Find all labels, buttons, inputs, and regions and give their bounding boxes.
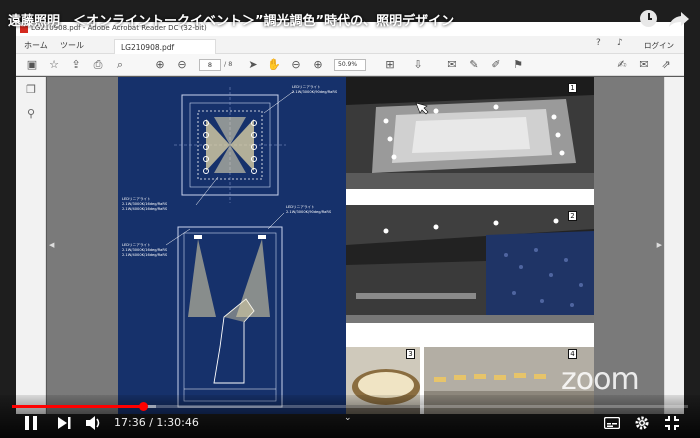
pdf-page: LEDリニアライト 2.1W/3000K/90deg/RaRS LEDリニアライ… [118, 77, 594, 414]
zoom-out-icon[interactable]: ⊖ [288, 57, 304, 73]
exit-fullscreen-icon[interactable] [665, 416, 679, 430]
photo-1-image [346, 77, 594, 189]
upload-icon[interactable]: ⇪ [68, 57, 84, 73]
acrobat-window: LG210908.pdf - Adobe Acrobat Reader DC (… [16, 22, 684, 414]
save-icon[interactable]: ▣ [24, 57, 40, 73]
print-icon[interactable]: ⎙ [90, 57, 106, 73]
acrobat-toolbar: ▣ ☆ ⇪ ⎙ ⌕ ⊕ ⊖ 8 / 8 ➤ ✋ ⊖ ⊕ 50.9% ⊞ ⇩ ✉ … [16, 54, 684, 76]
page-up-icon[interactable]: ⊕ [152, 57, 168, 73]
elapsed-time: 17:36 [114, 416, 146, 429]
hand-tool-icon[interactable]: ✋ [266, 57, 282, 73]
menu-home[interactable]: ホーム [24, 40, 48, 51]
menu-bar: ホーム ツール LG210908.pdf ? ♪ ログイン [16, 36, 684, 54]
lighting-blueprint: LEDリニアライト 2.1W/3000K/90deg/RaRS LEDリニアライ… [118, 77, 346, 414]
total-duration: 1:30:46 [156, 416, 199, 429]
collapse-left-icon[interactable]: ◀ [49, 241, 54, 249]
progress-scrubber[interactable] [138, 402, 148, 411]
subtitles-icon[interactable] [604, 417, 620, 429]
zoom-level-select[interactable]: 50.9% [334, 59, 366, 71]
zoom-watermark: zoom [561, 362, 640, 397]
photo-number-1: 1 [568, 83, 577, 93]
highlight-pen-icon[interactable]: ✎ [466, 57, 482, 73]
photo-number-3: 3 [406, 349, 415, 359]
photo-1-ceiling: 1 [346, 77, 594, 189]
label-section-top: LEDリニアライト 2.1W/3000K/90deg/RaRS [286, 205, 331, 215]
help-icon[interactable]: ? [596, 38, 601, 48]
email-icon[interactable]: ✉ [636, 57, 652, 73]
next-icon[interactable] [58, 417, 71, 429]
attachment-icon[interactable]: ⚲ [24, 107, 38, 121]
label-line: 2.1W/3000K/90deg/RaRS [286, 210, 332, 214]
comment-icon[interactable]: ✉ [444, 57, 460, 73]
photo-number-2: 2 [568, 211, 577, 221]
share-arrow-icon[interactable] [668, 10, 690, 28]
label-line: 2.1W/4000K/16deg/RaRS [122, 253, 168, 257]
label-section-left: LEDリニアライト 2.1W/3000K/16deg/RaRS 2.1W/400… [122, 243, 167, 258]
time-separator: / [145, 416, 157, 429]
search-icon[interactable]: ⌕ [112, 57, 128, 73]
chevron-down-icon[interactable]: ⌄ [344, 413, 352, 423]
page-number-input[interactable]: 8 [199, 59, 221, 71]
scroll-mode-icon[interactable]: ⇩ [410, 57, 426, 73]
video-title[interactable]: 遠藤照明 ＜オンライントークイベント＞”調光調色”時代の、照明デザイン [8, 10, 454, 29]
fit-page-icon[interactable]: ⊞ [382, 57, 398, 73]
bookmark-star-icon[interactable]: ☆ [46, 57, 62, 73]
pause-icon[interactable] [24, 416, 38, 430]
progress-played [12, 405, 144, 408]
page-total: / 8 [224, 60, 233, 68]
left-side-panel: ❐ ⚲ [16, 77, 46, 414]
video-player[interactable]: LG210908.pdf - Adobe Acrobat Reader DC (… [0, 0, 700, 438]
label-plan-bottom: LEDリニアライト 2.1W/3000K/16deg/RaRS 2.1W/400… [122, 197, 167, 212]
photo-2-image [346, 205, 594, 323]
select-cursor-icon[interactable]: ➤ [245, 57, 261, 73]
time-display: 17:36 / 1:30:46 [114, 416, 199, 429]
watch-later-clock-icon[interactable] [640, 10, 657, 27]
bell-icon[interactable]: ♪ [617, 38, 623, 48]
login-link[interactable]: ログイン [644, 40, 674, 51]
settings-gear-icon[interactable] [635, 416, 649, 430]
zoom-in-icon[interactable]: ⊕ [310, 57, 326, 73]
label-line: 2.1W/4000K/16deg/RaRS [122, 207, 168, 211]
share-link-icon[interactable]: ⇗ [658, 57, 674, 73]
draw-icon[interactable]: ✐ [488, 57, 504, 73]
photo-column: 1 2 3 4 [346, 77, 594, 414]
page-down-icon[interactable]: ⊖ [174, 57, 190, 73]
stamp-icon[interactable]: ⚑ [510, 57, 526, 73]
fill-sign-icon[interactable]: ✍ [614, 57, 630, 73]
document-tab[interactable]: LG210908.pdf [114, 39, 216, 54]
label-plan-top: LEDリニアライト 2.1W/3000K/90deg/RaRS [292, 85, 337, 95]
right-side-panel [664, 77, 684, 414]
volume-icon[interactable] [86, 416, 102, 430]
photo-number-4: 4 [568, 349, 577, 359]
collapse-right-icon[interactable]: ▶ [657, 241, 662, 249]
menu-tools[interactable]: ツール [60, 40, 84, 51]
page-thumbnails-icon[interactable]: ❐ [24, 83, 38, 97]
label-line: 2.1W/3000K/90deg/RaRS [292, 90, 338, 94]
photo-2-gallery: 2 [346, 205, 594, 323]
